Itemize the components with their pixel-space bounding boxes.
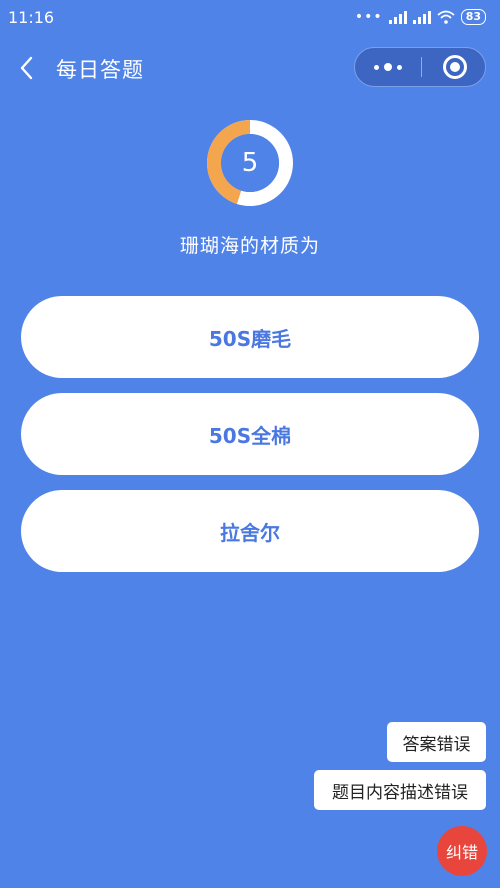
more-dots-status: ••• <box>354 9 383 25</box>
signal-icon <box>388 10 407 24</box>
answer-option-3[interactable]: 拉舍尔 <box>21 490 479 572</box>
answer-option-1[interactable]: 50S磨毛 <box>21 296 479 378</box>
countdown-number: 5 <box>241 148 259 178</box>
content-error-button[interactable]: 题目内容描述错误 <box>314 770 486 810</box>
target-icon[interactable] <box>443 55 467 79</box>
answer-option-2[interactable]: 50S全棉 <box>21 393 479 475</box>
mini-program-capsule <box>354 47 486 87</box>
correct-error-button[interactable]: 纠错 <box>437 826 487 876</box>
capsule-divider <box>421 57 422 77</box>
nav-bar: 每日答题 <box>0 40 500 96</box>
chevron-left-icon[interactable] <box>16 54 40 82</box>
status-time: 11:16 <box>8 8 55 27</box>
signal-icon <box>412 10 431 24</box>
more-dots-icon[interactable] <box>355 48 421 86</box>
status-bar: 11:16 ••• 83 <box>0 0 500 36</box>
wifi-icon <box>437 10 455 24</box>
battery-icon: 83 <box>460 9 486 25</box>
status-icons: ••• 83 <box>355 9 486 25</box>
answer-error-button[interactable]: 答案错误 <box>387 722 486 762</box>
question-text: 珊瑚海的材质为 <box>179 235 320 257</box>
page-title: 每日答题 <box>56 58 144 82</box>
